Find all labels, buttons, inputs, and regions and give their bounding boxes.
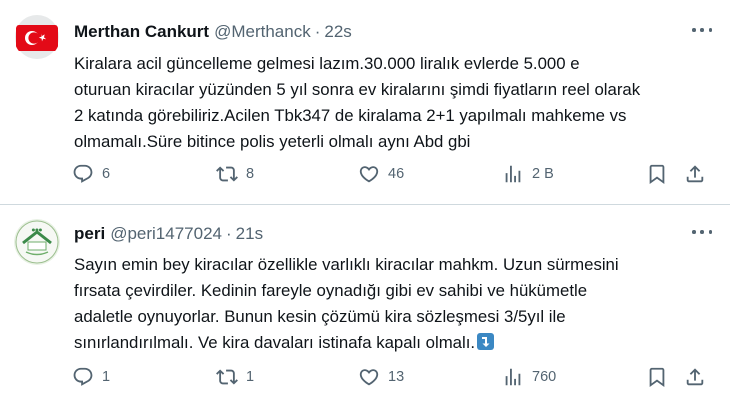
reply-icon xyxy=(73,164,93,183)
green-logo-avatar-icon: ●●● xyxy=(14,219,60,265)
timestamp[interactable]: 21s xyxy=(236,224,263,244)
repost-icon xyxy=(216,166,238,182)
reply-button[interactable]: 6 xyxy=(72,163,110,185)
separator: · xyxy=(225,224,232,243)
views-icon xyxy=(505,368,521,386)
like-button[interactable]: 13 xyxy=(358,366,404,388)
heart-icon xyxy=(359,166,379,183)
tweet-text: Sayın emin bey kiracılar özellikle varlı… xyxy=(74,252,694,356)
author-handle[interactable]: @Merthanck xyxy=(214,22,311,42)
like-count: 13 xyxy=(388,369,405,385)
view-count: 760 xyxy=(532,369,557,385)
turkey-flag-icon xyxy=(14,14,60,60)
share-button[interactable] xyxy=(684,163,706,185)
share-icon xyxy=(686,165,704,183)
share-icon xyxy=(686,368,704,386)
tweet-text: Kiralara acil güncelleme gelmesi lazım.3… xyxy=(74,51,714,155)
author-name[interactable]: peri xyxy=(74,224,105,244)
repost-button[interactable]: 1 xyxy=(216,366,254,388)
tweet-text-line: sınırlandırılmalı. Ve kira davaları isti… xyxy=(74,333,476,352)
tweet-text-line: Kiralara acil güncelleme gelmesi lazım.3… xyxy=(74,54,580,73)
more-options-icon[interactable] xyxy=(692,20,712,40)
tweet-text-line: olmamalı.Süre bitince polis yeterli olma… xyxy=(74,132,471,151)
share-button[interactable] xyxy=(684,366,706,388)
tweet[interactable]: Merthan Cankurt @Merthanck · 22s Kiralar… xyxy=(0,0,730,205)
author-handle[interactable]: @peri1477024 xyxy=(110,224,222,244)
author-name[interactable]: Merthan Cankurt xyxy=(74,22,209,42)
like-count: 46 xyxy=(388,166,405,182)
svg-text:●●●: ●●● xyxy=(32,227,43,232)
tweet-text-line: adaletle oynuyorlar. Bunun kesin çözümü … xyxy=(74,307,566,326)
tweet-header: Merthan Cankurt @Merthanck · 22s xyxy=(74,22,352,42)
tweet-text-line-with-emoji: sınırlandırılmalı. Ve kira davaları isti… xyxy=(74,330,694,356)
heart-icon xyxy=(359,369,379,386)
avatar[interactable]: ●●● xyxy=(14,219,60,265)
tweet-text-line: Sayın emin bey kiracılar özellikle varlı… xyxy=(74,255,619,274)
reply-button[interactable]: 1 xyxy=(72,366,110,388)
tweet-actions: 1 1 13 760 xyxy=(72,366,712,390)
repost-count: 8 xyxy=(246,166,255,182)
views-icon xyxy=(505,165,521,183)
tweet-text-line: 2 katında görebiliriz.Acilen Tbk347 de k… xyxy=(74,106,627,125)
like-button[interactable]: 46 xyxy=(358,163,404,185)
views-button[interactable]: 2 B xyxy=(502,163,554,185)
reply-count: 6 xyxy=(102,166,111,182)
bookmark-button[interactable] xyxy=(646,163,668,185)
tweet-actions: 6 8 46 2 B xyxy=(72,163,712,187)
repost-icon xyxy=(216,369,238,385)
more-options-icon[interactable] xyxy=(692,222,712,242)
bookmark-button[interactable] xyxy=(646,366,668,388)
down-arrow-emoji-icon xyxy=(477,333,495,350)
tweet-text-line: oturuan kiracılar yüzünden 5 yıl sonra e… xyxy=(74,80,641,99)
tweet-text-line: fırsata çevirdiler. Kedinin fareyle oyna… xyxy=(74,281,588,300)
bookmark-icon xyxy=(649,164,665,185)
bookmark-icon xyxy=(649,367,665,388)
reply-count: 1 xyxy=(102,369,111,385)
tweet-header: peri @peri1477024 · 21s xyxy=(74,224,263,244)
repost-button[interactable]: 8 xyxy=(216,163,254,185)
view-count: 2 B xyxy=(532,166,554,182)
separator: · xyxy=(314,22,321,41)
timestamp[interactable]: 22s xyxy=(324,22,351,42)
views-button[interactable]: 760 xyxy=(502,366,556,388)
reply-icon xyxy=(73,367,93,386)
repost-count: 1 xyxy=(246,369,255,385)
avatar[interactable] xyxy=(14,14,60,60)
